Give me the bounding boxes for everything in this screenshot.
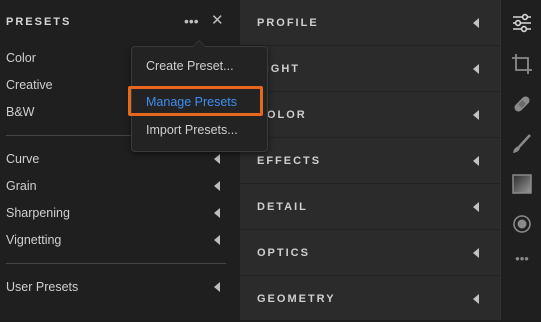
preset-group-user-presets[interactable]: User Presets <box>6 277 226 297</box>
preset-group-label: B&W <box>6 105 35 119</box>
preset-group-label: User Presets <box>6 280 79 294</box>
section-label: OPTICS <box>257 247 310 259</box>
expand-arrow-icon[interactable] <box>473 294 479 304</box>
menu-item-create-preset[interactable]: Create Preset... <box>146 59 234 73</box>
more-horizontal-icon[interactable]: ••• <box>184 14 199 28</box>
section-effects[interactable]: EFFECTS <box>240 138 500 184</box>
collapse-arrow-icon[interactable] <box>214 208 220 218</box>
divider <box>6 263 226 264</box>
preset-group-sharpening[interactable]: Sharpening <box>6 203 226 223</box>
crop-icon[interactable] <box>511 53 533 75</box>
highlight-outline <box>128 86 263 116</box>
tool-strip: ••• <box>500 0 541 320</box>
collapse-arrow-icon[interactable] <box>214 235 220 245</box>
section-label: GEOMETRY <box>257 293 336 305</box>
preset-group-label: Creative <box>6 78 53 92</box>
section-label: DETAIL <box>257 201 308 213</box>
collapse-arrow-icon[interactable] <box>214 282 220 292</box>
radial-icon[interactable] <box>511 213 533 235</box>
collapse-arrow-icon[interactable] <box>214 154 220 164</box>
collapse-arrow-icon[interactable] <box>214 181 220 191</box>
expand-arrow-icon[interactable] <box>473 202 479 212</box>
preset-group-label: Grain <box>6 179 37 193</box>
section-detail[interactable]: DETAIL <box>240 184 500 230</box>
more-icon[interactable]: ••• <box>511 252 533 274</box>
preset-group-label: Vignetting <box>6 233 62 247</box>
section-geometry[interactable]: GEOMETRY <box>240 276 500 322</box>
preset-group-vignetting[interactable]: Vignetting <box>6 230 226 250</box>
preset-group-label: Curve <box>6 152 40 166</box>
expand-arrow-icon[interactable] <box>473 110 479 120</box>
section-label: PROFILE <box>257 17 319 29</box>
menu-item-import-presets[interactable]: Import Presets... <box>146 123 238 137</box>
expand-arrow-icon[interactable] <box>473 18 479 28</box>
preset-group-curve[interactable]: Curve <box>6 149 226 169</box>
section-light[interactable]: LIGHT <box>240 46 500 92</box>
sliders-icon[interactable] <box>511 12 533 34</box>
close-icon[interactable]: ✕ <box>211 13 224 29</box>
preset-group-label: Sharpening <box>6 206 70 220</box>
section-color[interactable]: COLOR <box>240 92 500 138</box>
section-profile[interactable]: PROFILE <box>240 0 500 46</box>
section-optics[interactable]: OPTICS <box>240 230 500 276</box>
expand-arrow-icon[interactable] <box>473 64 479 74</box>
preset-group-grain[interactable]: Grain <box>6 176 226 196</box>
presets-title: PRESETS <box>6 16 72 28</box>
gradient-icon[interactable] <box>511 173 533 195</box>
healing-icon[interactable] <box>511 93 533 115</box>
expand-arrow-icon[interactable] <box>473 248 479 258</box>
expand-arrow-icon[interactable] <box>473 156 479 166</box>
preset-group-label: Color <box>6 51 36 65</box>
brush-icon[interactable] <box>511 133 533 155</box>
edit-sections-panel: PROFILE LIGHT COLOR EFFECTS DETAIL OPTIC… <box>240 0 500 322</box>
section-label: EFFECTS <box>257 155 322 167</box>
